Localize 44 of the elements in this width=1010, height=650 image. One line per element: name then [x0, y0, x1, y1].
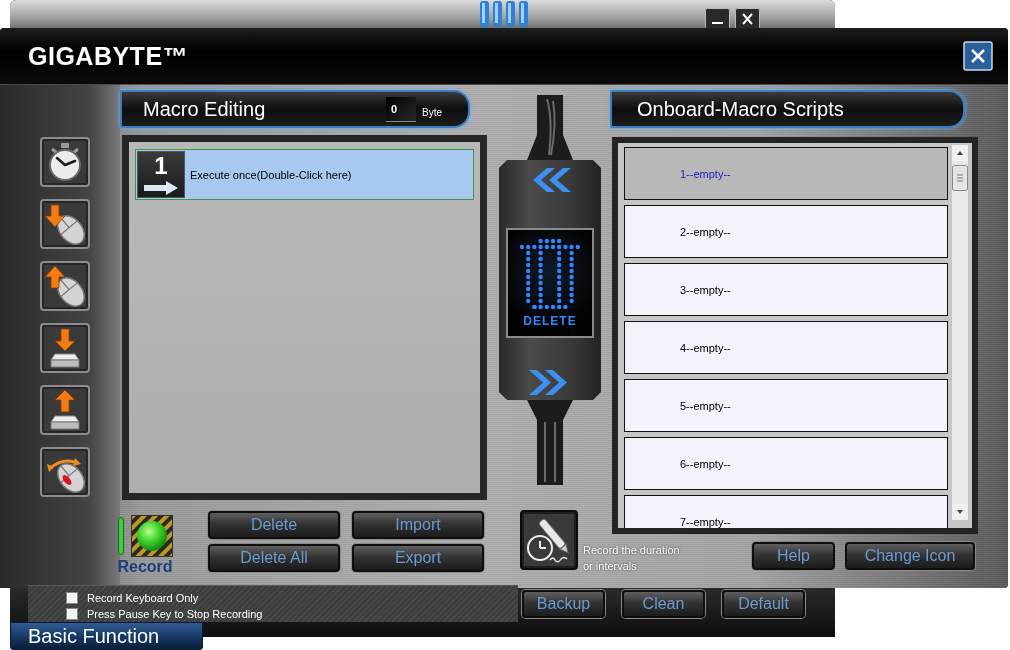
panel-title: Onboard-Macro Scripts — [637, 97, 844, 121]
repeat-count: 1 — [154, 153, 168, 179]
backup-button[interactable]: Backup — [522, 590, 605, 618]
clean-button[interactable]: Clean — [622, 590, 705, 618]
delete-button[interactable]: DELETE — [506, 228, 594, 338]
byte-unit-label: Byte — [422, 106, 442, 118]
light-grille-drawing — [478, 1, 530, 29]
byte-count: 0 — [386, 96, 416, 122]
change-icon-button[interactable]: Change Icon — [845, 542, 975, 570]
macro-step[interactable]: 1 Execute once(Double-Click here) — [135, 149, 474, 200]
right-arrow-icon — [144, 181, 178, 195]
trash-icon — [518, 237, 582, 309]
tab[interactable]: Basic Function — [10, 622, 203, 650]
indicator-light-icon — [117, 517, 124, 555]
close-icon[interactable] — [735, 8, 760, 30]
record-label: Record — [117, 558, 173, 576]
script-slot[interactable]: 4--empty-- — [624, 321, 948, 374]
help-button[interactable]: Help — [752, 542, 835, 570]
default-button[interactable]: Default — [722, 590, 805, 618]
scrollbar-thumb[interactable] — [952, 165, 968, 191]
option-label: Record Keyboard Only — [87, 592, 199, 604]
record-button-icon[interactable] — [130, 515, 173, 557]
minimize-icon[interactable] — [705, 8, 730, 30]
script-slot[interactable]: 6--empty-- — [624, 437, 948, 490]
logo-text: GIGABYTE™ — [28, 41, 189, 71]
script-slot[interactable]: 7--empty-- — [624, 495, 948, 528]
script-slot[interactable]: 3--empty-- — [624, 263, 948, 316]
panel-title: Macro Editing — [143, 97, 266, 121]
delete-all-button[interactable]: Delete All — [208, 544, 340, 572]
pen-and-clock-icon[interactable] — [520, 510, 578, 570]
checkbox[interactable] — [66, 592, 78, 604]
duration-hint-text: Record the duration or intervals — [583, 543, 681, 574]
delete-button[interactable]: Delete — [208, 511, 340, 539]
macro-step-label: Execute once(Double-Click here) — [190, 168, 352, 181]
script-slot[interactable]: 1--empty-- — [624, 147, 948, 200]
cable-drawing — [525, 95, 575, 160]
import-button[interactable]: Import — [352, 511, 484, 539]
script-slot[interactable]: 2--empty-- — [624, 205, 948, 258]
export-button[interactable]: Export — [352, 544, 484, 572]
stopwatch-icon[interactable] — [40, 137, 90, 187]
checkbox[interactable] — [66, 608, 78, 620]
close-icon[interactable] — [963, 41, 993, 71]
option-label: Press Pause Key to Stop Recording — [87, 608, 263, 620]
script-slot[interactable]: 5--empty-- — [624, 379, 948, 432]
